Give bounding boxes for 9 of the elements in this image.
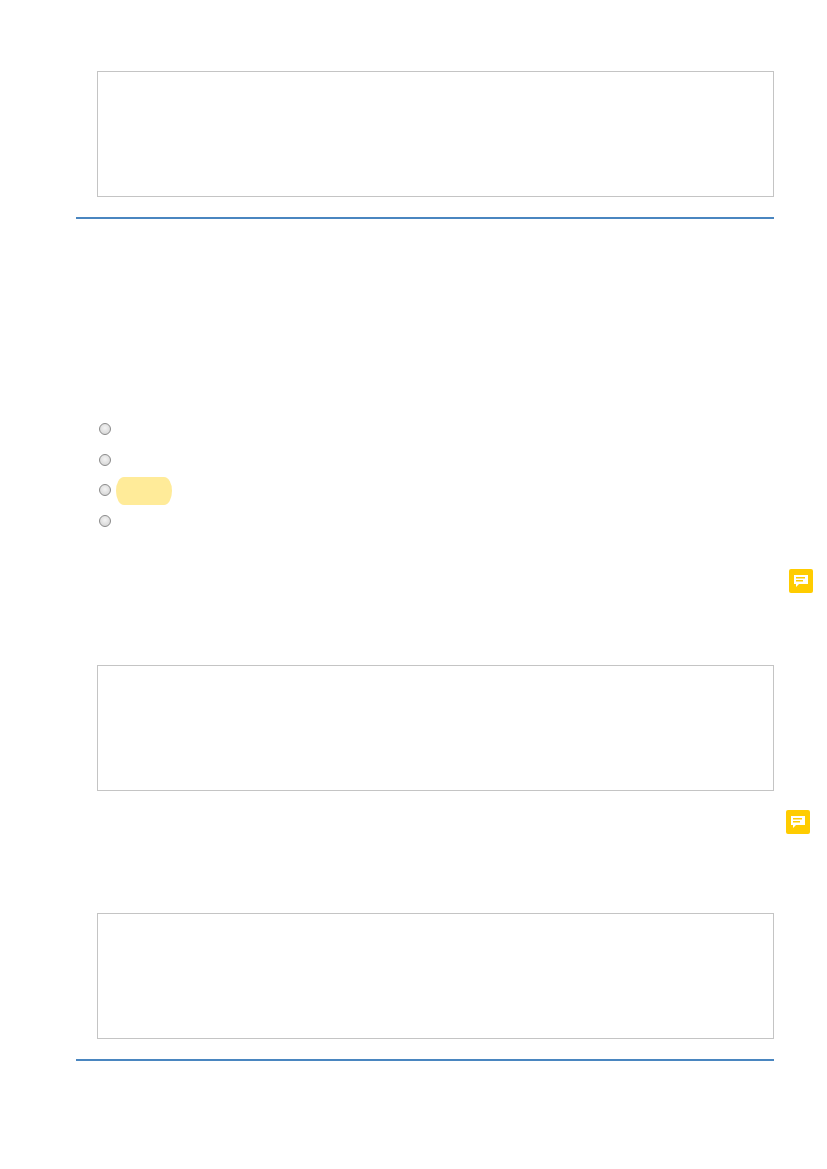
answer-box[interactable]: [97, 71, 774, 197]
radio-button[interactable]: [99, 453, 111, 466]
comment-icon[interactable]: [789, 568, 813, 593]
radio-button[interactable]: [99, 514, 111, 527]
radio-button[interactable]: [99, 423, 111, 435]
answer-box[interactable]: [97, 664, 774, 791]
radio-button[interactable]: [99, 484, 111, 496]
answer-box[interactable]: [97, 912, 774, 1039]
comment-icon[interactable]: [786, 809, 810, 834]
